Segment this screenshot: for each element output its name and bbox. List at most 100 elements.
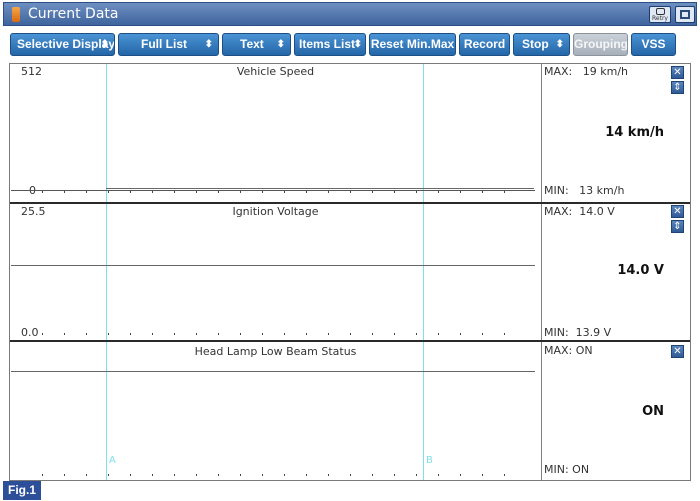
axis-tick [196, 333, 197, 335]
headlamp-min-value: MIN: ON [544, 463, 590, 476]
text-view-select[interactable]: Text ⬍ [222, 33, 291, 56]
axis-tick [350, 191, 351, 193]
axis-tick [350, 474, 351, 476]
retry-button[interactable]: Retry [649, 6, 671, 23]
axis-tick [416, 333, 417, 335]
speed-min-value: MIN: 13 km/h [544, 184, 625, 197]
axis-tick [262, 191, 263, 193]
voltage-scale-min: 0.0 [21, 326, 39, 339]
axis-tick [394, 333, 395, 335]
headlamp-close-button[interactable]: ✕ [671, 345, 684, 358]
grouping-button[interactable]: Grouping [573, 33, 628, 56]
full-list-label: Full List [141, 37, 187, 51]
axis-tick [108, 333, 109, 335]
axis-tick [460, 333, 461, 335]
axis-tick [438, 191, 439, 193]
items-list-label: Items List [299, 37, 356, 51]
axis-tick [152, 191, 153, 193]
retry-label: Retry [652, 15, 668, 22]
cursor-b-line[interactable] [423, 64, 424, 480]
reset-min-max-button[interactable]: Reset Min.Max [369, 33, 456, 56]
voltage-move-button[interactable]: ⇕ [671, 220, 684, 233]
axis-tick [284, 474, 285, 476]
title-bar: Current Data Retry [3, 2, 697, 26]
restore-window-button[interactable] [675, 6, 695, 23]
updown-chevron-icon: ⬍ [100, 39, 109, 50]
value-column-divider [541, 64, 542, 480]
close-icon: ✕ [673, 67, 682, 78]
axis-tick [416, 191, 417, 193]
axis-tick [372, 474, 373, 476]
selective-display-select[interactable]: Selective Display ⬍ [10, 33, 115, 56]
axis-tick [174, 333, 175, 335]
axis-tick [108, 474, 109, 476]
axis-tick [218, 191, 219, 193]
speed-max-value: MAX: 19 km/h [544, 65, 629, 78]
axis-tick [152, 333, 153, 335]
speed-parameter-name: Vehicle Speed [236, 65, 315, 78]
axis-tick [130, 474, 131, 476]
axis-tick [108, 191, 109, 193]
axis-tick [350, 333, 351, 335]
full-list-select[interactable]: Full List ⬍ [118, 33, 219, 56]
axis-tick [130, 191, 131, 193]
axis-tick [328, 191, 329, 193]
axis-tick [262, 333, 263, 335]
axis-tick [86, 191, 87, 193]
axis-tick [174, 191, 175, 193]
figure-label: Fig.1 [3, 481, 41, 500]
text-view-label: Text [240, 37, 264, 51]
record-button[interactable]: Record [459, 33, 510, 56]
updown-chevron-icon: ⬍ [276, 39, 285, 50]
speed-move-button[interactable]: ⇕ [671, 81, 684, 94]
axis-tick [394, 474, 395, 476]
headlamp-trend-line [11, 371, 535, 372]
cursor-a-line[interactable] [106, 64, 107, 480]
axis-tick [504, 333, 505, 335]
panel-separator [10, 202, 690, 204]
voltage-trend-line [11, 265, 535, 266]
close-icon: ✕ [673, 206, 682, 217]
stop-select[interactable]: Stop ⬍ [513, 33, 570, 56]
axis-tick [86, 333, 87, 335]
axis-tick [86, 474, 87, 476]
voltage-max-value: MAX: 14.0 V [544, 205, 615, 218]
stop-label: Stop [522, 37, 549, 51]
axis-tick [328, 333, 329, 335]
voltage-min-value: MIN: 13.9 V [544, 326, 612, 339]
axis-tick [328, 474, 329, 476]
axis-tick [504, 191, 505, 193]
axis-tick [482, 333, 483, 335]
toolbar: Selective Display ⬍ Full List ⬍ Text ⬍ I… [3, 28, 697, 64]
axis-tick [42, 191, 43, 193]
retry-icon [656, 8, 665, 15]
voltage-parameter-name: Ignition Voltage [232, 205, 319, 218]
items-list-select[interactable]: Items List ⬍ [294, 33, 366, 56]
voltage-current-value: 14.0 V [617, 263, 664, 278]
updown-chevron-icon: ⬍ [204, 39, 213, 50]
speed-current-value: 14 km/h [605, 125, 664, 140]
headlamp-max-value: MAX: ON [544, 344, 593, 357]
cursor-b-label: B [426, 455, 433, 466]
panel-separator [10, 340, 690, 342]
window-title: Current Data [28, 6, 119, 22]
app-icon [12, 7, 20, 22]
axis-tick [460, 191, 461, 193]
axis-tick [306, 474, 307, 476]
axis-tick [196, 191, 197, 193]
axis-tick [196, 474, 197, 476]
axis-tick [42, 333, 43, 335]
voltage-close-button[interactable]: ✕ [671, 205, 684, 218]
axis-tick [218, 474, 219, 476]
axis-tick [152, 474, 153, 476]
vss-button[interactable]: VSS [631, 33, 676, 56]
axis-tick [64, 191, 65, 193]
axis-tick [64, 474, 65, 476]
speed-baseline [11, 190, 535, 191]
axis-tick [64, 333, 65, 335]
speed-close-button[interactable]: ✕ [671, 66, 684, 79]
headlamp-current-value: ON [642, 404, 664, 419]
graph-area: A B 512 Vehicle Speed 0 MAX: 19 km/h 14 … [9, 63, 691, 481]
close-icon: ✕ [673, 346, 682, 357]
axis-tick [482, 474, 483, 476]
